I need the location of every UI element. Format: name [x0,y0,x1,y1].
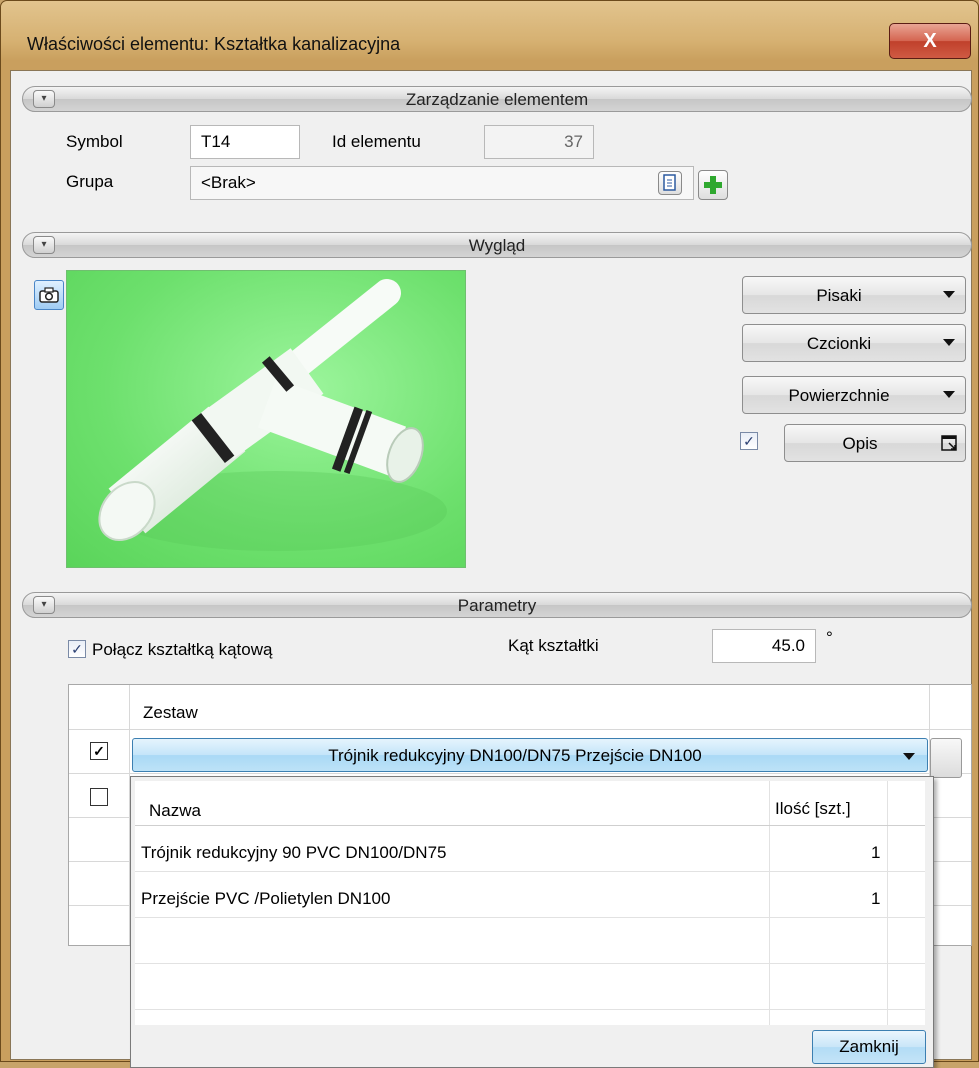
table-divider [887,781,888,1025]
symbol-label: Symbol [66,132,123,151]
dropdown-arrow-icon [943,391,955,398]
side-button[interactable] [930,738,962,778]
section-management-header[interactable]: ▾ Zarządzanie elementem [22,86,972,112]
table-divider [769,781,770,1025]
description-button[interactable]: Opis [784,424,966,462]
item-name: Przejście PVC /Polietylen DN100 [141,889,391,908]
item-qty: 1 [871,843,881,862]
popout-icon [941,435,957,451]
section-parameters-header[interactable]: ▾ Parametry [22,592,972,618]
dropdown-arrow-icon [903,753,915,760]
pens-label: Pisaki [816,286,862,305]
close-popup-button[interactable]: Zamknij [812,1030,926,1064]
element-preview-image [66,270,466,568]
grid-divider [69,773,971,774]
table-divider [135,1009,925,1010]
connect-angle-fitting-label: Połącz kształtką kątową [92,640,273,659]
group-label: Grupa [66,172,114,191]
table-divider [135,917,925,918]
section-appearance-label: Wygląd [468,236,526,255]
title-bar: Właściwości elementu: Kształtka kanaliza… [1,1,978,59]
set-row-checkbox[interactable]: ✓ [90,742,108,760]
fonts-dropdown[interactable]: Czcionki [742,324,966,362]
dropdown-arrow-icon [943,291,955,298]
document-icon [663,174,676,191]
set-items-table: Nazwa Ilość [szt.] Trójnik redukcyjny 90… [135,781,925,1025]
item-name: Trójnik redukcyjny 90 PVC DN100/DN75 [141,843,447,862]
angle-unit: ° [826,628,833,647]
angle-label: Kąt kształtki [508,636,599,655]
set-items-popup: Nazwa Ilość [szt.] Trójnik redukcyjny 90… [130,776,934,1068]
camera-icon [39,287,59,303]
set-combo-value: Trójnik redukcyjny DN100/DN75 Przejście … [328,746,702,765]
symbol-input[interactable]: T14 [190,125,300,159]
surfaces-label: Powierzchnie [788,386,890,405]
name-column-header: Nazwa [149,801,201,820]
set-combo[interactable]: Trójnik redukcyjny DN100/DN75 Przejście … [132,738,928,772]
window-title: Właściwości elementu: Kształtka kanaliza… [27,34,401,54]
group-browse-button[interactable] [658,171,682,195]
add-group-button[interactable] [698,170,728,200]
table-divider [135,963,925,964]
close-window-button[interactable]: X [889,23,971,59]
group-field[interactable]: <Brak> [190,166,694,200]
angle-input[interactable]: 45.0 [712,629,816,663]
table-divider [135,825,925,826]
element-id-label: Id elementu [332,132,421,151]
pipe-tee-illustration [98,279,447,551]
fonts-label: Czcionki [806,334,872,353]
pens-dropdown[interactable]: Pisaki [742,276,966,314]
section-appearance-header[interactable]: ▾ Wygląd [22,232,972,258]
section-management-label: Zarządzanie elementem [405,90,589,109]
camera-button[interactable] [34,280,64,310]
grid-divider [69,729,971,730]
element-id-field: 37 [484,125,594,159]
description-checkbox[interactable]: ✓ [740,432,758,450]
plus-icon [704,176,722,194]
set-row-checkbox[interactable] [90,788,108,806]
set-column-header: Zestaw [143,703,198,722]
connect-angle-fitting-checkbox[interactable]: ✓ [68,640,86,658]
dropdown-arrow-icon [943,339,955,346]
section-parameters-label: Parametry [457,596,537,615]
close-icon: X [923,29,937,52]
table-divider [135,871,925,872]
item-qty: 1 [871,889,881,908]
description-label: Opis [842,434,878,453]
quantity-column-header: Ilość [szt.] [775,799,851,818]
surfaces-dropdown[interactable]: Powierzchnie [742,376,966,414]
